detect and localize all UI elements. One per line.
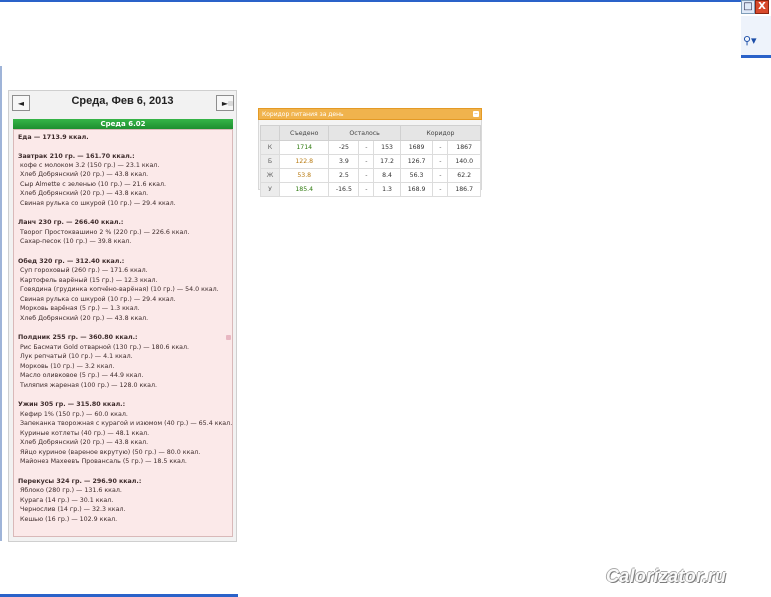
column-header: Осталось — [328, 125, 401, 141]
food-item[interactable]: Тиляпия жареная (100 гр.) — 128.0 ккал. — [20, 382, 157, 390]
maximize-button[interactable]: □ — [741, 0, 755, 14]
left-from-cell: 3.9 — [328, 154, 360, 169]
food-item[interactable]: Курага (14 гр.) — 30.1 ккал. — [20, 497, 113, 505]
nutrition-corridor-widget: Коридор питания за день − Съедено Остало… — [258, 108, 482, 197]
widget-body: Съедено Осталось Коридор К 1714 -25 - 15… — [258, 120, 482, 197]
food-item[interactable]: Морковь варёная (5 гр.) — 1.3 ккал. — [20, 305, 140, 313]
day-title: Среда, Фев 6, 2013 — [71, 95, 174, 107]
widget-header[interactable]: Коридор питания за день − — [258, 108, 482, 120]
table-row: К 1714 -25 - 153 1689 - 1867 — [260, 140, 481, 155]
day-diary-panel: ◄ Среда, Фев 6, 2013 ► Среда 6.02 Еда — … — [8, 90, 237, 542]
corridor-to-cell: 1867 — [447, 140, 481, 155]
day-tab[interactable]: Среда 6.02 — [13, 119, 233, 129]
corridor-from-cell: 1689 — [399, 140, 434, 155]
food-item[interactable]: Чернослив (14 гр.) — 32.3 ккал. — [20, 506, 126, 514]
collapse-icon[interactable]: − — [473, 111, 479, 117]
scroll-marker-icon — [228, 101, 233, 106]
eaten-cell: 53.8 — [278, 168, 330, 183]
food-item[interactable]: Запеканка творожная с курагой и изюмом (… — [20, 420, 232, 428]
left-to-cell: 153 — [373, 140, 401, 155]
food-item[interactable]: Масло оливковое (5 гр.) — 44.9 ккал. — [20, 372, 143, 380]
meal-header[interactable]: Перекусы 324 гр. — 296.90 ккал.: — [18, 478, 141, 486]
left-to-cell: 8.4 — [373, 168, 401, 183]
food-item[interactable]: Куриные котлеты (40 гр.) — 48.1 ккал. — [20, 430, 149, 438]
dash: - — [432, 168, 449, 183]
eaten-cell: 185.4 — [278, 182, 330, 197]
corner-cell — [260, 125, 280, 141]
toolbar-underline — [741, 55, 771, 58]
food-item[interactable]: Хлеб Добрянский (20 гр.) — 43.8 ккал. — [20, 315, 148, 323]
add-food-icon[interactable] — [226, 335, 231, 340]
corridor-to-cell: 140.0 — [447, 154, 481, 169]
food-item[interactable]: Свиная рулька со шкурой (10 гр.) — 29.4 … — [20, 296, 176, 304]
dash: - — [358, 182, 375, 197]
food-item[interactable]: Яйцо куриное (вареное вкрутую) (50 гр.) … — [20, 449, 200, 457]
food-item[interactable]: Морковь (10 гр.) — 3.2 ккал. — [20, 363, 114, 371]
food-item[interactable]: Хлеб Добрянский (20 гр.) — 43.8 ккал. — [20, 171, 148, 179]
eaten-cell: 1714 — [278, 140, 330, 155]
corridor-from-cell: 56.3 — [399, 168, 434, 183]
column-header: Коридор — [399, 125, 482, 141]
food-list: Еда — 1713.9 ккал. Завтрак 210 гр. — 161… — [13, 129, 233, 537]
food-item[interactable]: Рис Басмати Gold отварной (130 гр.) — 18… — [20, 344, 189, 352]
left-from-cell: -16.5 — [328, 182, 360, 197]
dash: - — [358, 154, 375, 169]
row-label: У — [260, 182, 280, 197]
meal-header[interactable]: Ланч 230 гр. — 266.40 ккал.: — [18, 219, 123, 227]
food-total: Еда — 1713.9 ккал. — [18, 134, 89, 141]
corridor-from-cell: 168.9 — [399, 182, 434, 197]
search-icon[interactable]: ⚲▾ — [743, 34, 757, 47]
row-label: К — [260, 140, 280, 155]
dash: - — [432, 154, 449, 169]
eaten-cell: 122.8 — [278, 154, 330, 169]
corridor-to-cell: 62.2 — [447, 168, 481, 183]
dash: - — [432, 182, 449, 197]
corridor-from-cell: 126.7 — [399, 154, 434, 169]
left-to-cell: 17.2 — [373, 154, 401, 169]
table-row: Ж 53.8 2.5 - 8.4 56.3 - 62.2 — [260, 168, 481, 183]
food-item[interactable]: Говядина (грудинка копчёно-варёная) (10 … — [20, 286, 219, 294]
food-item[interactable]: кофе с молоком 3.2 (150 гр.) — 23.1 ккал… — [20, 162, 159, 170]
table-row: Б 122.8 3.9 - 17.2 126.7 - 140.0 — [260, 154, 481, 169]
table-row: У 185.4 -16.5 - 1.3 168.9 - 186.7 — [260, 182, 481, 197]
meal-header[interactable]: Обед 320 гр. — 312.40 ккал.: — [18, 258, 124, 266]
food-item[interactable]: Хлеб Добрянский (20 гр.) — 43.8 ккал. — [20, 190, 148, 198]
left-to-cell: 1.3 — [373, 182, 401, 197]
corridor-to-cell: 186.7 — [447, 182, 481, 197]
food-item[interactable]: Кефир 1% (150 гр.) — 60.0 ккал. — [20, 411, 128, 419]
left-from-cell: -25 — [328, 140, 360, 155]
food-item[interactable]: Суп гороховый (260 гр.) — 171.6 ккал. — [20, 267, 148, 275]
food-item[interactable]: Хлеб Добрянский (20 гр.) — 43.8 ккал. — [20, 439, 148, 447]
food-item[interactable]: Сыр Almette с зеленью (10 гр.) — 21.6 кк… — [20, 181, 166, 189]
dash: - — [432, 140, 449, 155]
food-item[interactable]: Свиная рулька со шкурой (10 гр.) — 29.4 … — [20, 200, 176, 208]
row-label: Б — [260, 154, 280, 169]
dash: - — [358, 168, 375, 183]
site-watermark: Calorizator.ru — [606, 566, 727, 586]
food-item[interactable]: Картофель варёный (15 гр.) — 12.3 ккал. — [20, 277, 158, 285]
food-item[interactable]: Яблоко (280 гр.) — 131.6 ккал. — [20, 487, 122, 495]
meal-header[interactable]: Ужин 305 гр. — 315.80 ккал.: — [18, 401, 125, 409]
widget-title: Коридор питания за день — [262, 111, 344, 118]
meal-header[interactable]: Полдник 255 гр. — 360.80 ккал.: — [18, 334, 138, 342]
food-item[interactable]: Сахар-песок (10 гр.) — 39.8 ккал. — [20, 238, 131, 246]
food-item[interactable]: Творог Простоквашино 2 % (220 гр.) — 226… — [20, 229, 189, 237]
food-item[interactable]: Кешью (16 гр.) — 102.9 ккал. — [20, 516, 117, 524]
food-item[interactable]: Майонез Махеевъ Провансаль (5 гр.) — 18.… — [20, 458, 187, 466]
row-label: Ж — [260, 168, 280, 183]
food-item[interactable]: Лук репчатый (10 гр.) — 4.1 ккал. — [20, 353, 133, 361]
dash: - — [358, 140, 375, 155]
column-header: Съедено — [278, 125, 330, 141]
meal-header[interactable]: Завтрак 210 гр. — 161.70 ккал.: — [18, 153, 135, 161]
window-top-border — [0, 0, 748, 2]
prev-day-button[interactable]: ◄ — [12, 95, 30, 111]
corridor-table: Съедено Осталось Коридор К 1714 -25 - 15… — [260, 125, 482, 197]
close-button[interactable]: X — [755, 0, 769, 14]
left-from-cell: 2.5 — [328, 168, 360, 183]
page-left-edge — [0, 66, 2, 541]
